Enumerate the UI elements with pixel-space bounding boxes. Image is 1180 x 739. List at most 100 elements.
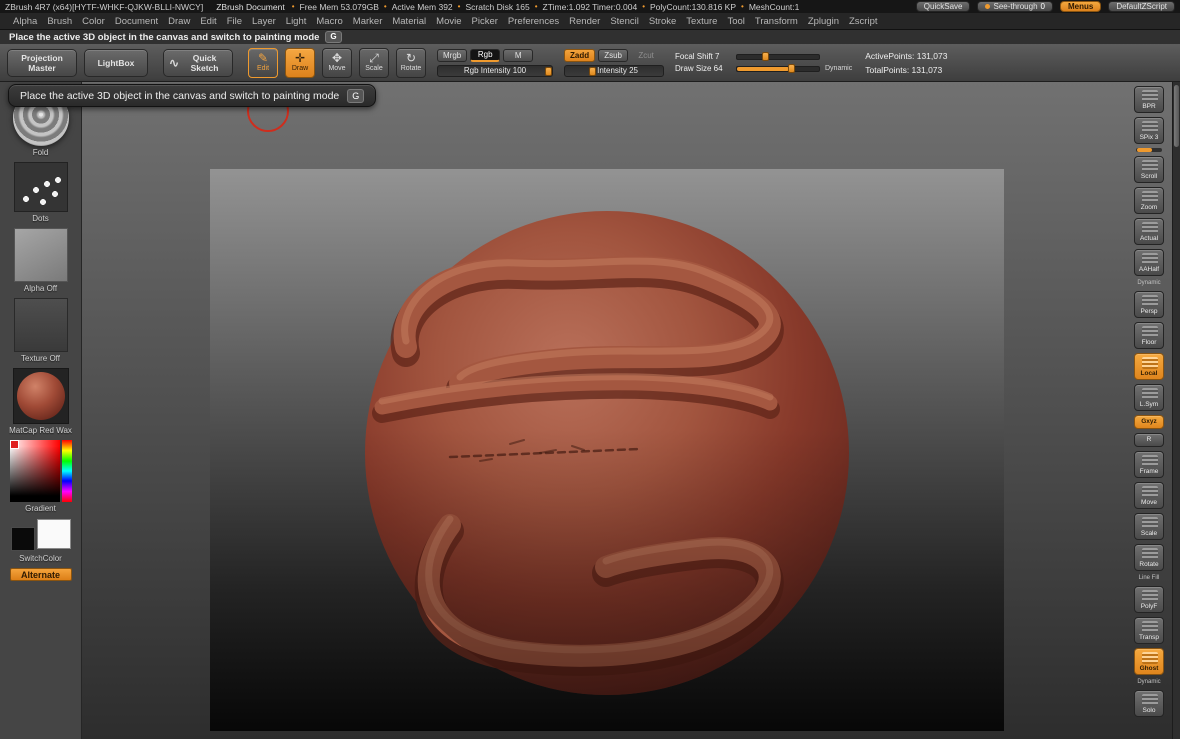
shelf-button-label: Scale <box>1140 530 1158 537</box>
shelf-spix-3-button[interactable]: SPix 3 <box>1134 117 1164 144</box>
menu-transform[interactable]: Transform <box>750 14 803 29</box>
see-through-button[interactable]: See-through 0 <box>977 1 1053 12</box>
move-button[interactable]: ✥ Move <box>322 47 352 78</box>
menu-stencil[interactable]: Stencil <box>605 14 644 29</box>
menu-layer[interactable]: Layer <box>247 14 281 29</box>
alternate-button[interactable]: Alternate <box>9 568 72 581</box>
shelf-actual-button[interactable]: Actual <box>1134 218 1164 245</box>
switch-color-widget[interactable] <box>10 518 72 552</box>
menu-alpha[interactable]: Alpha <box>8 14 42 29</box>
z-intensity-handle[interactable] <box>588 66 596 76</box>
shelf-frame-button[interactable]: Frame <box>1134 451 1164 478</box>
scale-button[interactable]: ⤢ Scale <box>359 47 389 78</box>
focal-shift-slider[interactable] <box>736 51 820 61</box>
shelf-r-button[interactable]: R <box>1134 433 1164 447</box>
menu-document[interactable]: Document <box>110 14 163 29</box>
shelf-aahalf-button[interactable]: AAHalf <box>1134 249 1164 276</box>
material-thumbnail[interactable] <box>12 368 69 424</box>
rgb-button[interactable]: Rgb <box>470 48 501 62</box>
quick-sketch-button[interactable]: ∿ Quick Sketch <box>163 48 233 77</box>
menu-marker[interactable]: Marker <box>348 14 388 29</box>
shelf-rotate-button[interactable]: Rotate <box>1134 544 1164 571</box>
menu-render[interactable]: Render <box>564 14 605 29</box>
shelf-zoom-button[interactable]: Zoom <box>1134 187 1164 214</box>
shelf-gxyz-button[interactable]: Gxyz <box>1134 415 1164 429</box>
main-color-swatch[interactable] <box>10 527 35 551</box>
menu-color[interactable]: Color <box>77 14 110 29</box>
lightbox-button[interactable]: LightBox <box>84 48 148 77</box>
default-zscript-button[interactable]: DefaultZScript <box>1108 1 1175 12</box>
quicksave-button[interactable]: QuickSave <box>915 1 971 12</box>
scrollbar-handle[interactable] <box>1174 85 1179 147</box>
shelf-scale-button[interactable]: Scale <box>1134 513 1164 540</box>
menu-preferences[interactable]: Preferences <box>503 14 564 29</box>
menu-file[interactable]: File <box>222 14 247 29</box>
bullet-separator: • <box>642 2 645 11</box>
spix-slider[interactable] <box>1136 148 1162 152</box>
secondary-color-swatch[interactable] <box>36 519 71 549</box>
rgb-intensity-slider[interactable]: Rgb Intensity 100 <box>437 64 553 77</box>
draw-size-slider[interactable] <box>736 63 820 73</box>
draw-size-handle[interactable] <box>787 63 795 73</box>
shelf-l-sym-button[interactable]: L.Sym <box>1134 384 1164 411</box>
z-intensity-slider[interactable]: Z Intensity 25 <box>564 64 664 77</box>
shelf-solo-button[interactable]: Solo <box>1134 690 1164 717</box>
menu-macro[interactable]: Macro <box>311 14 347 29</box>
shelf-persp-button[interactable]: Persp <box>1134 291 1164 318</box>
draw-button[interactable]: ✛ Draw <box>285 47 315 78</box>
shelf-scroll-button[interactable]: Scroll <box>1134 156 1164 183</box>
alpha-thumbnail[interactable] <box>13 228 68 282</box>
draw-size-fill <box>737 66 790 71</box>
menu-draw[interactable]: Draw <box>163 14 195 29</box>
tooltip: Place the active 3D object in the canvas… <box>8 84 377 107</box>
menu-picker[interactable]: Picker <box>467 14 503 29</box>
title-stats: • Free Mem 53.079GB • Active Mem 392 • Scratc… <box>292 2 800 12</box>
menus-button[interactable]: Menus <box>1059 1 1102 12</box>
menu-brush[interactable]: Brush <box>42 14 77 29</box>
focal-shift-handle[interactable] <box>761 51 769 61</box>
shelf-button-label: BPR <box>1142 103 1156 110</box>
color-picker[interactable] <box>9 440 72 502</box>
edit-button[interactable]: ✎ Edit <box>248 47 278 78</box>
menu-zplugin[interactable]: Zplugin <box>803 14 844 29</box>
scroll-icon <box>1142 160 1158 172</box>
zsub-button[interactable]: Zsub <box>598 48 629 62</box>
shelf-button-label: Gxyz <box>1141 418 1157 425</box>
menu-edit[interactable]: Edit <box>195 14 221 29</box>
shelf-button-label: Scroll <box>1140 173 1158 180</box>
saturation-value-square[interactable] <box>9 440 60 502</box>
edit-label: Edit <box>256 65 270 72</box>
scale-label: Scale <box>365 65 383 72</box>
vertical-scrollbar[interactable] <box>1172 82 1180 739</box>
shelf-move-button[interactable]: Move <box>1134 482 1164 509</box>
menu-tool[interactable]: Tool <box>722 14 749 29</box>
m-button[interactable]: M <box>503 48 534 62</box>
zcut-button[interactable]: Zcut <box>631 49 661 62</box>
menu-texture[interactable]: Texture <box>681 14 722 29</box>
shelf-ghost-button[interactable]: Ghost <box>1134 648 1164 675</box>
menu-movie[interactable]: Movie <box>431 14 466 29</box>
current-stroke-thumbnail[interactable] <box>13 162 68 212</box>
bullet-separator: • <box>457 2 461 11</box>
document-canvas[interactable] <box>210 169 1004 731</box>
rotate-button[interactable]: ↻ Rotate <box>396 47 426 78</box>
shelf-floor-button[interactable]: Floor <box>1134 322 1164 349</box>
canvas-background[interactable] <box>82 82 1172 739</box>
mrgb-button[interactable]: Mrgb <box>437 48 468 62</box>
bullet-separator: • <box>383 2 387 11</box>
menu-light[interactable]: Light <box>281 14 312 29</box>
shelf-button-label: SPix 3 <box>1139 134 1159 141</box>
shelf-transp-button[interactable]: Transp <box>1134 617 1164 644</box>
menu-material[interactable]: Material <box>387 14 431 29</box>
projection-master-button[interactable]: Projection Master <box>7 48 77 77</box>
menu-stroke[interactable]: Stroke <box>644 14 681 29</box>
menu-zscript[interactable]: Zscript <box>844 14 883 29</box>
rgb-intensity-handle[interactable] <box>545 66 553 76</box>
hue-strip[interactable] <box>61 440 72 502</box>
texture-thumbnail[interactable] <box>13 298 68 352</box>
bullet-separator: • <box>534 2 538 11</box>
shelf-bpr-button[interactable]: BPR <box>1134 86 1164 113</box>
zadd-button[interactable]: Zadd <box>564 48 596 62</box>
shelf-polyf-button[interactable]: PolyF <box>1134 586 1164 613</box>
shelf-local-button[interactable]: Local <box>1134 353 1164 380</box>
